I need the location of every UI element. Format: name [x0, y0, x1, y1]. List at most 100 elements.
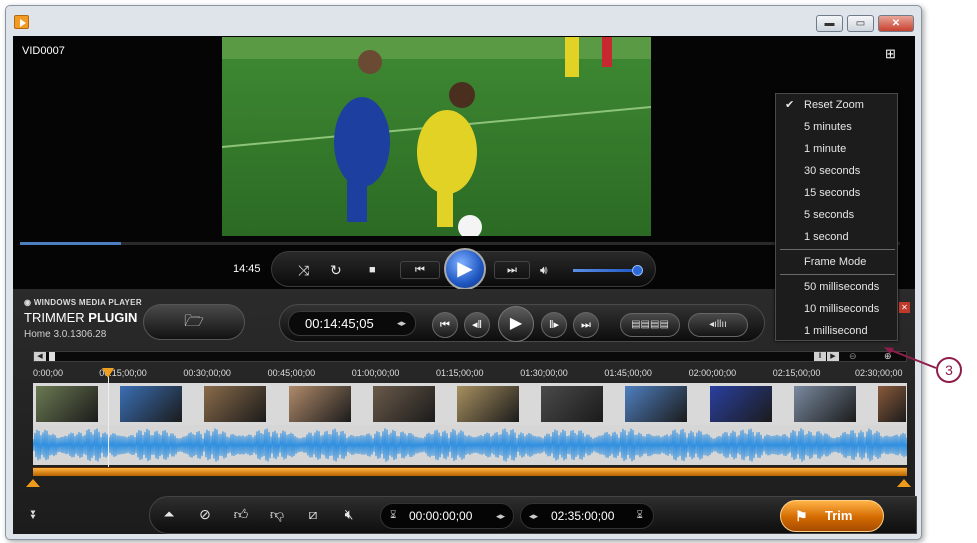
- timeline-playhead[interactable]: [101, 368, 114, 467]
- trimmer-play-button[interactable]: ▶: [498, 306, 534, 342]
- scroll-thumb[interactable]: [49, 352, 55, 361]
- thumbnail[interactable]: [120, 386, 183, 422]
- audio-wave-button[interactable]: ◂ıllıı: [688, 313, 748, 337]
- thumbnail[interactable]: [709, 386, 772, 422]
- menu-separator: [780, 274, 895, 275]
- maximize-button[interactable]: ▭: [847, 15, 874, 32]
- video-frame-image: [222, 37, 651, 236]
- start-time-field[interactable]: ⏳︎ 00:00:00;00 ◂▸: [380, 503, 514, 529]
- video-progress-bar[interactable]: [20, 242, 900, 245]
- film-strip-button[interactable]: ▤▤▤▤: [620, 313, 680, 337]
- thumbnail[interactable]: [793, 386, 856, 422]
- trim-range-bar[interactable]: [33, 467, 907, 476]
- folder-icon: 🗁: [184, 313, 204, 330]
- zoom-menu-item[interactable]: 5 minutes: [776, 116, 897, 138]
- stop-icon[interactable]: ■: [369, 262, 376, 278]
- scroll-pause-icon[interactable]: ‖: [814, 352, 826, 361]
- start-marker-icon: ⏳︎: [390, 510, 397, 521]
- thumbs-down-icon[interactable]: 👎︎: [266, 506, 288, 523]
- volume-slider[interactable]: [573, 265, 643, 276]
- thumbs-up-icon[interactable]: 👍︎: [230, 506, 252, 523]
- zoom-menu-item-label: 5 minutes: [804, 121, 852, 133]
- zoom-menu-item-label: 15 seconds: [804, 187, 861, 199]
- zoom-menu-item[interactable]: 1 second: [776, 226, 897, 248]
- film-strip-icon: ▤▤▤▤: [631, 319, 669, 330]
- audio-wave-icon: ◂ıllıı: [709, 319, 727, 330]
- end-time-value: 02:35:00;00: [551, 509, 615, 523]
- zoom-menu-item[interactable]: 50 milliseconds: [776, 276, 897, 298]
- thumbnail[interactable]: [204, 386, 267, 422]
- minimize-button[interactable]: ▬: [816, 15, 843, 32]
- trim-button[interactable]: ⚑ Trim: [780, 500, 884, 532]
- play-button[interactable]: ▶: [444, 248, 486, 290]
- close-button[interactable]: ✕: [878, 15, 914, 32]
- trim-end-marker[interactable]: [897, 479, 911, 487]
- thumbnail[interactable]: [625, 386, 688, 422]
- menu-close-icon[interactable]: ✕: [899, 302, 910, 313]
- audio-waveform[interactable]: [33, 425, 907, 465]
- thumbnail-strip[interactable]: [33, 383, 907, 425]
- zoom-menu-item-label: 10 milliseconds: [804, 303, 880, 315]
- zoom-menu-item[interactable]: 1 minute: [776, 138, 897, 160]
- end-marker-icon: ⏳︎: [636, 510, 643, 521]
- go-to-start-button[interactable]: ⏮: [432, 312, 458, 338]
- thumbnail[interactable]: [288, 386, 351, 422]
- step-back-button[interactable]: ◂‖: [464, 312, 490, 338]
- timecode-display[interactable]: 00:14:45;05 ◂▸: [288, 311, 416, 336]
- timeline-scrollbar[interactable]: ◀ ‖ ▶ ⊖ ⊕: [33, 351, 907, 362]
- crop-icon[interactable]: ⧄: [302, 506, 324, 523]
- expand-down-icon[interactable]: ⏬︎: [31, 508, 37, 523]
- zoom-menu-item[interactable]: 10 milliseconds: [776, 298, 897, 320]
- thumbnail[interactable]: [36, 386, 98, 422]
- scroll-left-button[interactable]: ◀: [34, 352, 46, 361]
- next-icon[interactable]: ⏭: [494, 261, 530, 279]
- zoom-menu-item[interactable]: ✔ Reset Zoom: [776, 94, 897, 116]
- menu-separator: [780, 249, 895, 250]
- ruler-tick-label: 0:00;00: [33, 368, 64, 378]
- video-title: VID0007: [22, 45, 65, 57]
- shuffle-icon[interactable]: ⤨: [298, 262, 309, 278]
- zoom-out-icon[interactable]: ⊖: [849, 351, 857, 362]
- thumbnail[interactable]: [372, 386, 435, 422]
- trim-toolbar: ⏶ ⊘ 👍︎ 👎︎ ⧄ 🔇︎ ⏳︎ 00:00:00;00 ◂▸ ◂▸ 02:3…: [149, 496, 917, 534]
- zoom-menu-item[interactable]: 5 seconds: [776, 204, 897, 226]
- zoom-menu-item-label: 1 second: [804, 231, 849, 243]
- zoom-menu-item[interactable]: 1 millisecond: [776, 320, 897, 342]
- marker-up-icon[interactable]: ⏶: [158, 506, 180, 523]
- thumbnail[interactable]: [457, 386, 519, 422]
- scroll-right-button[interactable]: ▶: [827, 352, 839, 361]
- timeline-ruler: 0:00;00 00:15;00;00 00:30;00;00 00:45;00;00…: [33, 365, 907, 379]
- callout-arrow: [884, 347, 937, 369]
- volume-icon[interactable]: 🔊︎: [540, 262, 548, 278]
- thumbnail[interactable]: [541, 386, 604, 422]
- step-forward-button[interactable]: ‖▸: [541, 312, 567, 338]
- start-time-stepper-icon[interactable]: ◂▸: [496, 504, 505, 528]
- ruler-tick-label: 01:00;00;00: [351, 368, 400, 378]
- ruler-tick-label: 02:15;00;00: [772, 368, 821, 378]
- zoom-menu-item[interactable]: Frame Mode: [776, 251, 897, 273]
- trim-label: Trim: [825, 508, 853, 523]
- current-time: 14:45: [233, 263, 261, 275]
- zoom-menu-item[interactable]: 30 seconds: [776, 160, 897, 182]
- end-time-stepper-icon[interactable]: ◂▸: [529, 504, 538, 528]
- title-bar: ▬ ▭ ✕: [6, 6, 921, 36]
- timecode-stepper-icon[interactable]: ◂▸: [397, 312, 406, 335]
- repeat-icon[interactable]: ↻: [330, 262, 342, 278]
- app-icon: [14, 15, 29, 29]
- fullscreen-grid-icon[interactable]: ⊞: [885, 46, 896, 62]
- end-time-field[interactable]: ◂▸ 02:35:00;00 ⏳︎: [520, 503, 654, 529]
- brand-line-1-text: WINDOWS MEDIA PLAYER: [33, 298, 142, 307]
- ruler-tick-label: 01:15;00;00: [436, 368, 484, 378]
- thumbnail[interactable]: [878, 386, 906, 422]
- open-folder-button[interactable]: 🗁: [143, 304, 245, 340]
- remove-marker-icon[interactable]: ⊘: [194, 506, 216, 523]
- previous-icon[interactable]: ⏮: [400, 261, 440, 279]
- zoom-menu-item[interactable]: 15 seconds: [776, 182, 897, 204]
- go-to-end-button[interactable]: ⏭: [573, 312, 599, 338]
- mute-icon[interactable]: 🔇︎: [338, 506, 360, 523]
- brand-plugin-text: PLUGIN: [88, 310, 138, 325]
- volume-slider-knob[interactable]: [632, 265, 643, 276]
- brand-line-2: TRIMMER PLUGIN: [24, 310, 137, 325]
- trim-start-marker[interactable]: [26, 479, 40, 487]
- video-frame[interactable]: [222, 37, 651, 236]
